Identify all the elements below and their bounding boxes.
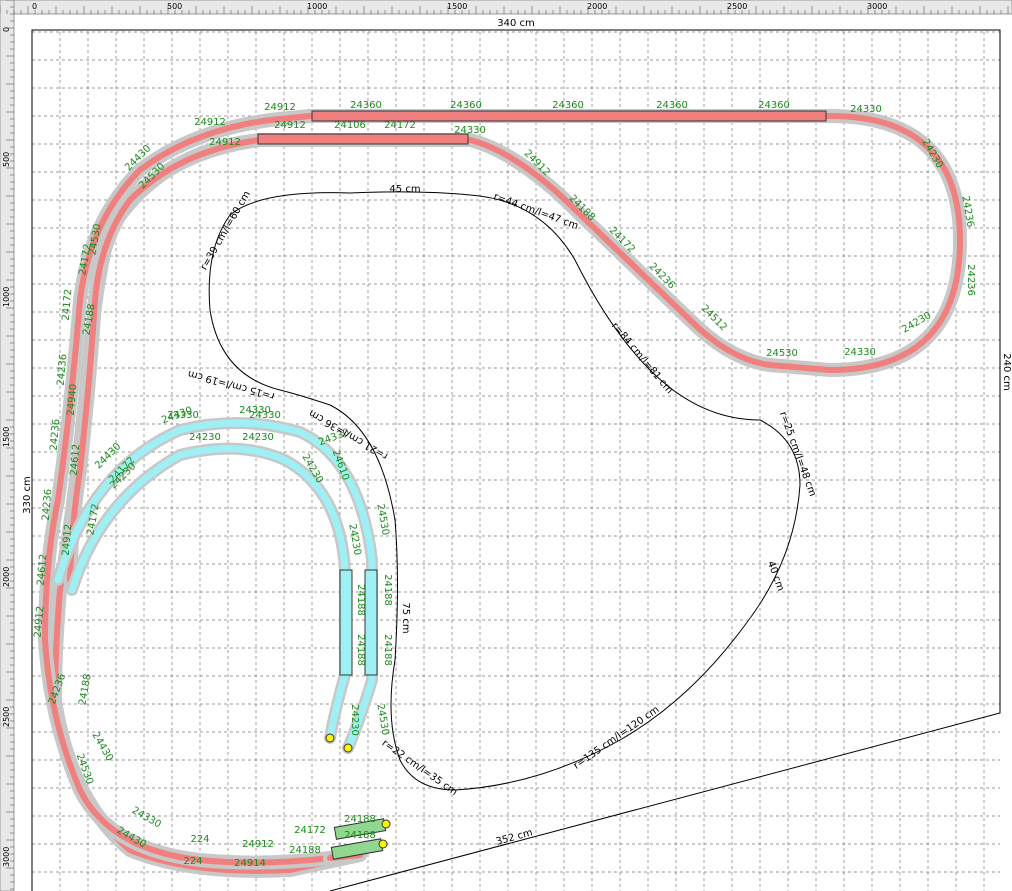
main-track-outer-shadow <box>47 109 968 878</box>
track-label: 24330 <box>844 347 876 358</box>
curve-label-r135: r=135 cm/l=120 cm <box>572 704 662 772</box>
dim-vertical-75: 75 cm <box>400 602 411 633</box>
track-label: 24188 <box>355 634 366 666</box>
ruler-top <box>0 0 1012 15</box>
dim-top-width: 340 cm <box>497 18 535 29</box>
track-label: 24914 <box>234 858 266 869</box>
ruler-label: 1500 <box>447 2 467 11</box>
ruler-label: 1000 <box>307 2 327 11</box>
track-label: 24188 <box>344 814 376 825</box>
track-end-marker <box>343 743 353 753</box>
track-label: 24172 <box>384 120 416 131</box>
track-end-marker <box>325 733 335 743</box>
ruler-label: 2000 <box>2 567 11 587</box>
curve-label-r39: r=39 cm/l=60 cm <box>199 189 253 272</box>
board-outline <box>208 191 801 791</box>
track-label: 24360 <box>350 100 382 111</box>
inner-rail <box>257 133 469 145</box>
branch-rail-a <box>339 569 353 676</box>
ruler-label: 2500 <box>2 707 11 727</box>
track-plan[interactable] <box>37 109 968 878</box>
track-label: 24912 <box>242 839 274 850</box>
main-track-outer <box>51 113 964 874</box>
track-label: 24188 <box>77 673 93 706</box>
track-label: 24912 <box>274 120 306 131</box>
branch-track-inner <box>68 445 349 742</box>
ruler-label: 500 <box>2 152 11 167</box>
ruler-label: 0 <box>32 2 37 11</box>
track-label: 24360 <box>450 100 482 111</box>
dim-left-height: 330 cm <box>22 476 33 514</box>
track-label: 24230 <box>242 432 274 443</box>
track-label: 24530 <box>374 703 390 736</box>
track-label: 24530 <box>766 348 798 359</box>
track-label: 224 <box>190 834 209 845</box>
track-label: 24230 <box>189 432 221 443</box>
curve-label-r21: r=21 cm/l=36 cm <box>307 407 390 461</box>
track-label: 24330 <box>850 104 882 115</box>
ruler-label: 1500 <box>2 427 11 447</box>
track-label: 24330 <box>130 805 163 830</box>
branch-track-outer <box>54 419 376 752</box>
track-label: 24330 <box>239 405 271 416</box>
curve-label-r22: r=22 cm/l=35 cm <box>380 738 459 798</box>
track-label: 24230 <box>349 704 360 736</box>
track-label: 24360 <box>758 100 790 111</box>
track-label: 24188 <box>344 830 376 841</box>
dim-diagonal: 352 cm <box>495 827 534 847</box>
track-label: 24912 <box>209 137 241 148</box>
track-label: 24330 <box>454 125 486 136</box>
track-label: 24236 <box>965 264 976 296</box>
layout-canvas[interactable]: 24360 24360 24360 24360 24360 24912 24106 24172… <box>0 0 1012 891</box>
track-labels: 24360 24360 24360 24360 24360 24912 24106 24172… <box>33 100 976 869</box>
track-label: 24430 <box>89 730 114 763</box>
curve-label-r84: r=84 cm/l=81 cm <box>609 321 675 396</box>
track-label: 24172 <box>294 825 326 836</box>
ruler-label: 1000 <box>2 287 11 307</box>
track-label: 24188 <box>289 845 321 856</box>
track-end-marker <box>381 819 391 829</box>
room-outline <box>208 191 801 791</box>
branch-track-outer-shadow <box>52 417 378 754</box>
dim-inner-top: 45 cm <box>389 184 420 195</box>
dim-right-height: 240 cm <box>1001 353 1012 391</box>
track-label: 24330 <box>167 410 199 421</box>
ruler-label: 0 <box>2 27 11 32</box>
branch-track-inner-shadow <box>66 442 351 744</box>
track-label: 24360 <box>552 100 584 111</box>
track-label: 24188 <box>382 574 393 606</box>
track-end-marker <box>378 839 388 849</box>
track-label: 24912 <box>264 102 296 113</box>
ruler-label: 500 <box>167 2 182 11</box>
ruler-label: 2000 <box>587 2 607 11</box>
track-label: 24188 <box>382 634 393 666</box>
ruler-label: 3000 <box>867 2 887 11</box>
track-label: 24912 <box>194 117 226 128</box>
track-label: 24188 <box>355 584 366 616</box>
track-label: 24360 <box>656 100 688 111</box>
track-label: 224 <box>183 856 202 867</box>
track-label: 24106 <box>334 120 366 131</box>
ruler-label: 2500 <box>727 2 747 11</box>
curve-label-r25: r=25 cm/l=48 cm <box>777 410 818 498</box>
ruler-label: 3000 <box>2 847 11 867</box>
dim-vertical-40: 40 cm <box>765 560 786 593</box>
